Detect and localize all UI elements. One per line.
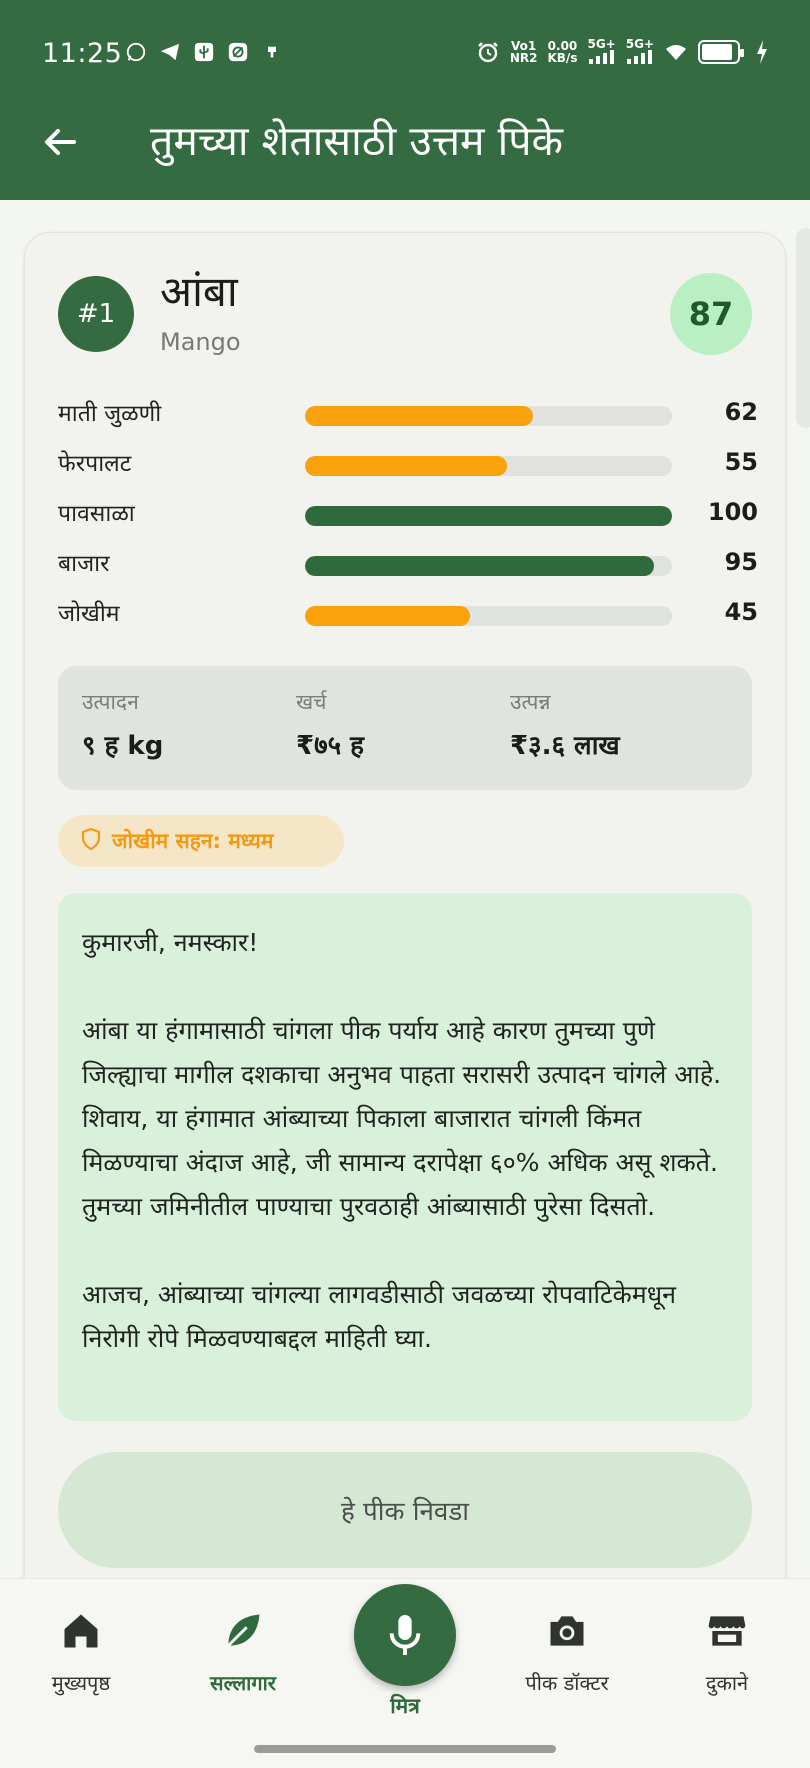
metric-label: माती जुळणी: [58, 401, 162, 427]
metric-bar-fill: [305, 406, 533, 426]
nav-advisor-label: सल्लागार: [210, 1671, 276, 1695]
advice-paragraph-2: आजच, आंब्याच्या चांगल्या लागवडीसाठी जवळच…: [82, 1280, 676, 1353]
mic-icon: [389, 1615, 421, 1655]
metric-row: फेरपालट 55: [58, 444, 758, 484]
risk-label: जोखीम सहन: मध्यम: [112, 829, 274, 853]
whatsapp-icon: [124, 40, 148, 64]
stat-value: ₹३.६ लाख: [510, 731, 620, 761]
metric-value: 95: [724, 548, 758, 576]
nav-shops-label: दुकाने: [705, 1671, 749, 1695]
metric-value: 62: [724, 398, 758, 426]
notification-icons: [124, 40, 284, 64]
signal-1: 5G+: [587, 37, 616, 66]
metric-row: जोखीम 45: [58, 594, 758, 634]
nav-advisor[interactable]: सल्लागार: [168, 1609, 318, 1696]
status-time: 11:25: [42, 38, 123, 69]
nav-home-label: मुख्यपृष्ठ: [51, 1671, 111, 1695]
advice-greeting: कुमारजी, नमस्कार!: [82, 928, 259, 957]
metric-bar-fill: [305, 556, 654, 576]
stat-label: उत्पन्न: [510, 690, 551, 714]
metric-row: पावसाळा 100: [58, 494, 758, 534]
leaf-icon: [221, 1609, 265, 1653]
charging-icon: [750, 40, 774, 64]
speed-unit: KB/s: [547, 51, 578, 65]
metric-bar-track: [305, 406, 672, 426]
network-speed: 0.00 KB/s: [547, 40, 577, 64]
metric-bar-fill: [305, 456, 507, 476]
crop-name: आंबा: [160, 267, 238, 316]
alarm-icon: [476, 40, 500, 64]
metric-label: पावसाळा: [58, 501, 135, 527]
metric-label: बाजार: [58, 551, 110, 577]
metric-label: फेरपालट: [58, 451, 132, 477]
home-indicator[interactable]: [254, 1745, 556, 1753]
app-header: 11:25 Vo1 NR2 0.00 KB/s 5G+ 5G+ तुमच्या …: [0, 0, 810, 200]
signal-bars-icon: [588, 50, 614, 64]
volte-line2: NR2: [509, 51, 538, 65]
status-bar: 11:25 Vo1 NR2 0.00 KB/s 5G+ 5G+: [0, 0, 810, 110]
stats-box: उत्पादन ९ ह kg खर्च ₹७५ ह उत्पन्न ₹३.६ ल…: [58, 666, 752, 790]
metric-row: बाजार 95: [58, 544, 758, 584]
stat-label: उत्पादन: [82, 690, 139, 714]
plug-icon: [260, 40, 284, 64]
system-icons: Vo1 NR2 0.00 KB/s 5G+ 5G+: [476, 38, 774, 66]
select-crop-button[interactable]: हे पीक निवडा: [58, 1452, 752, 1568]
stat-production: उत्पादन ९ ह kg: [82, 688, 163, 762]
nav-crop-doctor-label: पीक डॉक्टर: [525, 1671, 609, 1695]
metric-bar-fill: [305, 506, 672, 526]
volte-indicator: Vo1 NR2: [510, 40, 538, 64]
metric-value: 100: [707, 498, 758, 526]
risk-tolerance-badge: जोखीम सहन: मध्यम: [58, 815, 344, 867]
mic-button[interactable]: [354, 1584, 456, 1686]
metric-bar-track: [305, 556, 672, 576]
page-title: तुमच्या शेतासाठी उत्तम पिके: [150, 117, 563, 165]
usb-icon: [192, 40, 216, 64]
signal-2: 5G+: [626, 38, 654, 66]
nav-crop-doctor[interactable]: पीक डॉक्टर: [492, 1609, 642, 1696]
nav-mitra-label[interactable]: मित्र: [355, 1692, 455, 1720]
metric-bar-track: [305, 606, 672, 626]
signal-bars-icon: [626, 50, 652, 64]
rank-badge: #1: [58, 276, 134, 352]
store-icon: [705, 1609, 749, 1653]
stat-income: उत्पन्न ₹३.६ लाख: [510, 688, 620, 762]
app-icon: [226, 40, 250, 64]
stat-label: खर्च: [296, 690, 327, 714]
battery-icon: [698, 40, 744, 64]
stat-cost: खर्च ₹७५ ह: [296, 688, 364, 762]
telegram-icon: [158, 40, 182, 64]
camera-icon: [545, 1609, 589, 1653]
signal-2-label: 5G+: [625, 37, 654, 51]
nav-home[interactable]: मुख्यपृष्ठ: [6, 1609, 156, 1696]
nav-shops[interactable]: दुकाने: [652, 1609, 802, 1696]
metric-label: जोखीम: [58, 601, 120, 627]
shield-icon: [80, 827, 102, 856]
metric-bar-fill: [305, 606, 471, 626]
back-arrow-icon[interactable]: [40, 122, 80, 162]
stat-value: ₹७५ ह: [296, 731, 364, 761]
suitability-score: 87: [670, 273, 752, 355]
metric-bar-track: [305, 506, 672, 526]
advice-box: कुमारजी, नमस्कार! आंबा या हंगामासाठी चां…: [58, 893, 752, 1421]
metric-value: 45: [724, 598, 758, 626]
home-icon: [59, 1609, 103, 1653]
signal-1-label: 5G+: [587, 37, 616, 51]
stat-value: ९ ह kg: [82, 731, 164, 761]
crop-name-english: Mango: [160, 328, 241, 356]
metric-value: 55: [724, 448, 758, 476]
metric-bar-track: [305, 456, 672, 476]
advice-paragraph-1: आंबा या हंगामासाठी चांगला पीक पर्याय आहे…: [82, 1016, 722, 1221]
metric-row: माती जुळणी 62: [58, 394, 758, 434]
next-card-peek[interactable]: [796, 228, 810, 428]
wifi-icon: [664, 40, 688, 64]
